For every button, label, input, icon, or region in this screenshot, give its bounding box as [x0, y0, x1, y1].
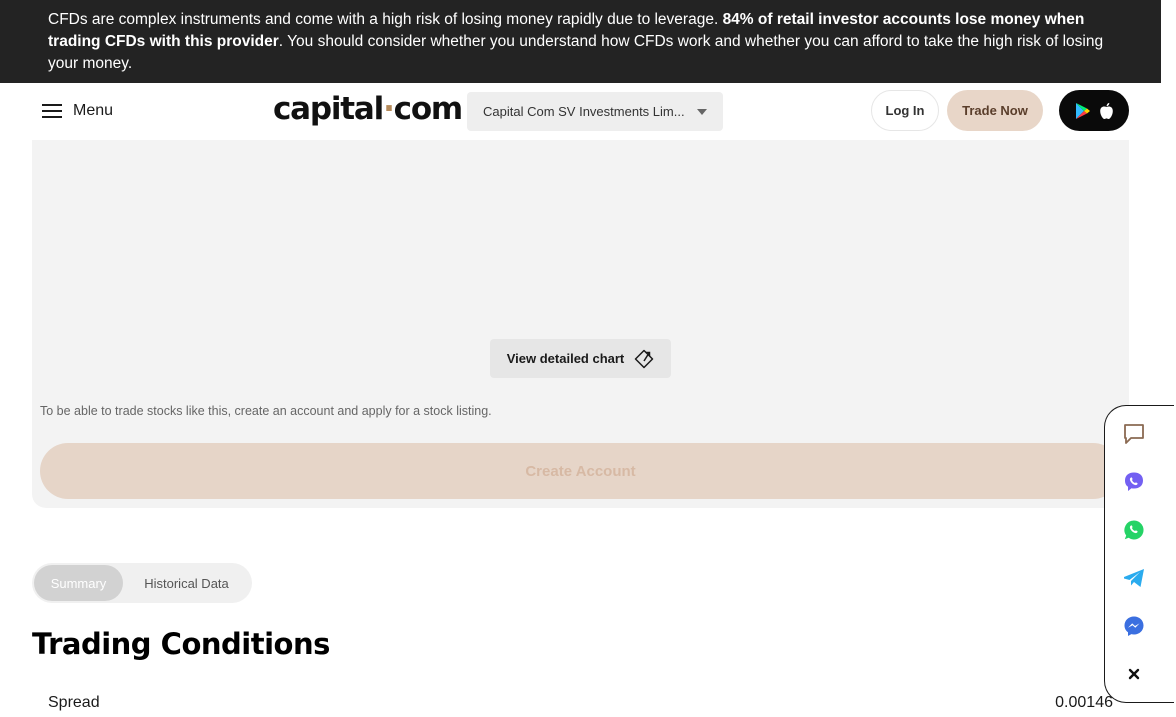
capital-com-logo[interactable]: capital·com	[273, 91, 463, 127]
whatsapp-icon[interactable]	[1122, 518, 1146, 542]
spread-value: 0.00146	[1055, 694, 1113, 711]
telegram-icon[interactable]	[1122, 566, 1146, 590]
risk-warning-text: CFDs are complex instruments and come wi…	[48, 11, 723, 28]
site-header: Menu capital·com Capital Com SV Investme…	[0, 83, 1161, 140]
expand-chart-icon	[635, 349, 654, 368]
viber-icon[interactable]	[1122, 470, 1146, 494]
stock-listing-note: To be able to trade stocks like this, cr…	[40, 404, 492, 418]
close-icon[interactable]	[1122, 662, 1146, 686]
content-tabs: Summary Historical Data	[32, 563, 252, 603]
login-button[interactable]: Log In	[871, 90, 939, 131]
spread-label: Spread	[48, 694, 100, 711]
tab-historical-data[interactable]: Historical Data	[123, 565, 250, 601]
menu-label: Menu	[73, 102, 114, 119]
messenger-icon[interactable]	[1122, 614, 1146, 638]
risk-warning-banner: CFDs are complex instruments and come wi…	[0, 0, 1161, 83]
google-play-icon	[1075, 102, 1090, 119]
app-download-button[interactable]	[1059, 90, 1129, 131]
tab-summary[interactable]: Summary	[34, 565, 123, 601]
create-account-button[interactable]: Create Account	[40, 443, 1121, 499]
social-contact-bar	[1104, 405, 1174, 703]
entity-selected-value: Capital Com SV Investments Lim...	[483, 104, 685, 119]
view-detailed-chart-label: View detailed chart	[506, 351, 625, 366]
chart-panel: View detailed chart To be able to trade …	[32, 140, 1129, 508]
trade-now-button[interactable]: Trade Now	[947, 90, 1043, 131]
entity-selector[interactable]: Capital Com SV Investments Lim...	[467, 92, 723, 131]
view-detailed-chart-button[interactable]: View detailed chart	[490, 339, 671, 378]
chat-icon[interactable]	[1122, 422, 1146, 446]
trading-conditions-title: Trading Conditions	[32, 627, 330, 661]
apple-icon	[1099, 102, 1113, 119]
menu-button[interactable]: Menu	[42, 99, 113, 123]
menu-icon	[42, 104, 62, 118]
caret-down-icon	[697, 109, 707, 115]
